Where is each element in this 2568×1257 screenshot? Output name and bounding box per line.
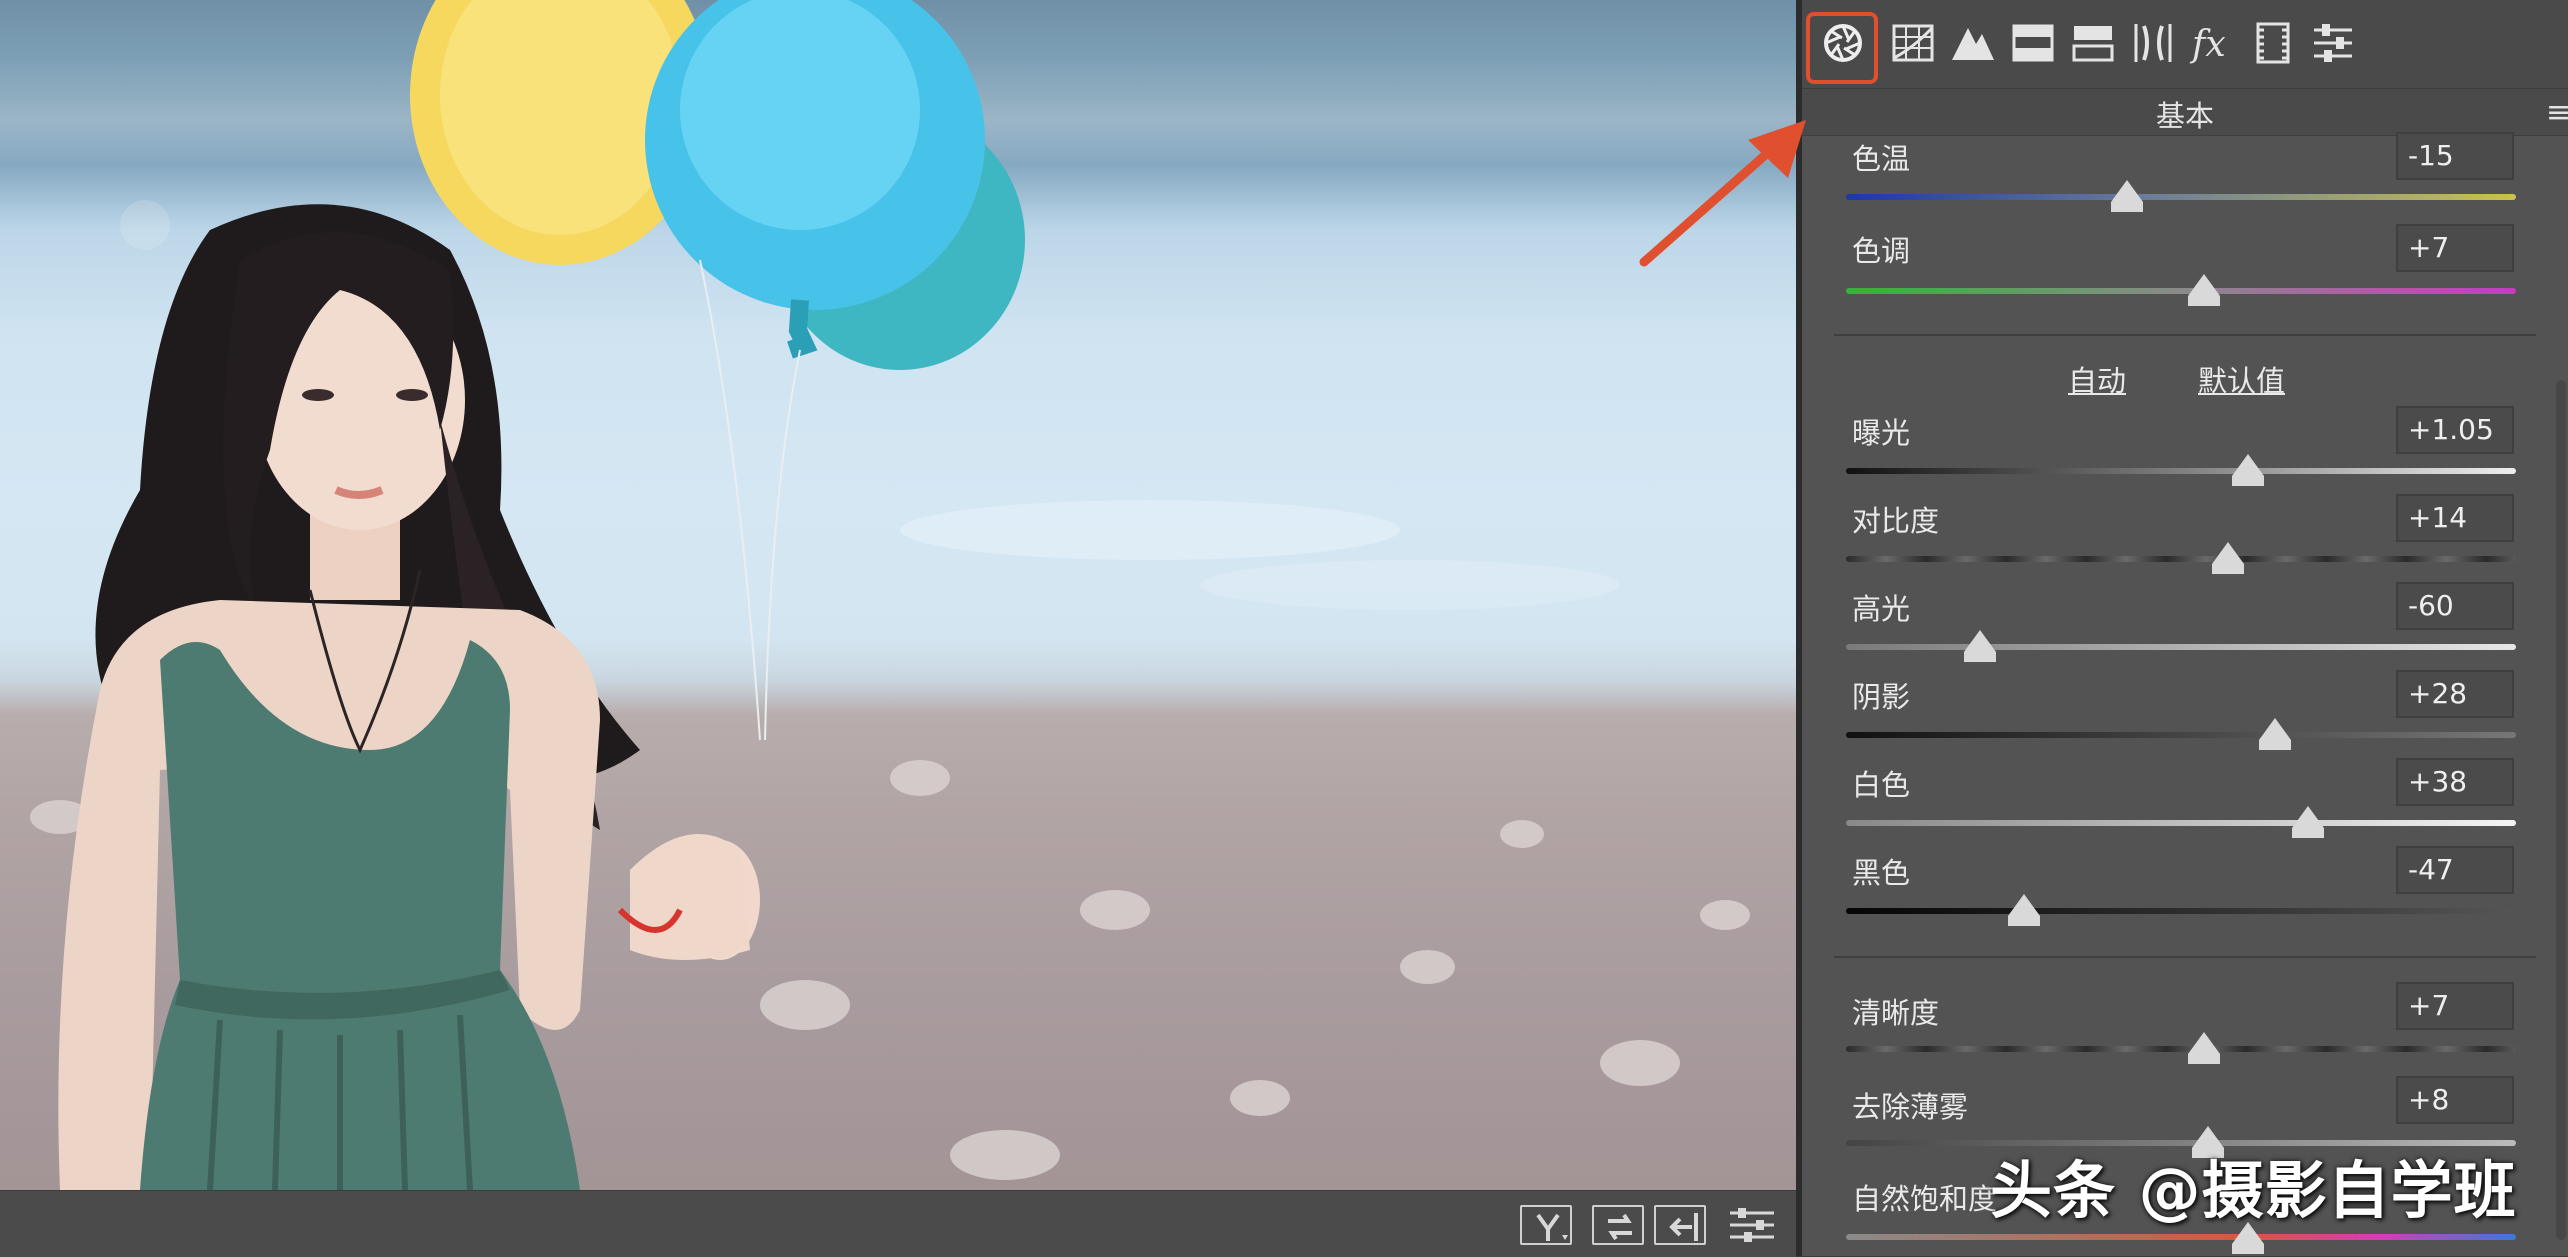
slider-label: 白色 bbox=[1852, 768, 1911, 802]
whites-track[interactable] bbox=[1846, 820, 2516, 826]
rock bbox=[950, 1130, 1060, 1180]
aperture-icon[interactable] bbox=[1818, 18, 1868, 68]
slider-value-input[interactable]: +1.05 bbox=[2396, 406, 2514, 454]
slider-thumb[interactable] bbox=[2211, 542, 2244, 574]
separator bbox=[1834, 334, 2536, 336]
temperature-track[interactable] bbox=[1846, 194, 2516, 200]
panel-scrollbar[interactable] bbox=[2556, 380, 2566, 1240]
slider-thumb[interactable] bbox=[2111, 180, 2144, 212]
slider-thumb[interactable] bbox=[2007, 894, 2040, 926]
water-highlight bbox=[1200, 560, 1620, 610]
section-header: 基本 ≡ bbox=[1802, 89, 2568, 136]
rock bbox=[1080, 890, 1150, 930]
rock bbox=[1700, 900, 1750, 930]
slider-label: 曝光 bbox=[1852, 416, 1911, 450]
annotation-arrow bbox=[1639, 120, 1806, 267]
slider-value-input[interactable]: +14 bbox=[2396, 494, 2514, 542]
split-toning-icon[interactable] bbox=[2068, 18, 2118, 68]
copy-settings-icon[interactable] bbox=[1654, 1205, 1706, 1245]
slider-thumb[interactable] bbox=[2258, 718, 2291, 750]
svg-text:fx: fx bbox=[2189, 24, 2226, 65]
slider-label: 色温 bbox=[1852, 142, 1911, 176]
blacks-track[interactable] bbox=[1846, 908, 2516, 914]
highlights-track[interactable] bbox=[1846, 644, 2516, 650]
girl-figure bbox=[58, 204, 760, 1190]
slider-label: 黑色 bbox=[1852, 856, 1911, 890]
auto-link[interactable]: 自动 bbox=[2068, 358, 2126, 400]
slider-thumb[interactable] bbox=[2232, 454, 2264, 486]
rock bbox=[1500, 820, 1544, 848]
contrast-track[interactable] bbox=[1846, 556, 2516, 562]
grid-curve-icon[interactable] bbox=[1888, 18, 1938, 68]
slider-value-input[interactable]: +7 bbox=[2396, 224, 2514, 272]
tint-track[interactable] bbox=[1846, 288, 2516, 294]
mountains-icon[interactable] bbox=[1948, 18, 1998, 68]
default-link[interactable]: 默认值 bbox=[2198, 358, 2285, 400]
slider-label: 色调 bbox=[1852, 234, 1911, 268]
slider-value-input[interactable]: -15 bbox=[2396, 132, 2514, 180]
section-title: 基本 bbox=[2155, 99, 2214, 133]
settings-icon[interactable] bbox=[1726, 1205, 1778, 1245]
slider-thumb[interactable] bbox=[1964, 630, 1996, 662]
slider-value-input[interactable]: +7 bbox=[2396, 982, 2514, 1030]
slider-value-input[interactable]: -47 bbox=[2396, 846, 2514, 894]
rock bbox=[1400, 950, 1455, 984]
separator bbox=[1834, 956, 2536, 958]
adjustment-panel: fx 基本 ≡ 色温 -15 色调 +7 自动 默认值 曝光 +1.05 对比度 bbox=[1802, 0, 2568, 1256]
slider-label: 自然饱和度 bbox=[1852, 1182, 1998, 1216]
slider-thumb[interactable] bbox=[2292, 806, 2325, 838]
shadows-track[interactable] bbox=[1846, 732, 2516, 738]
panel-tab-bar: fx bbox=[1802, 0, 2568, 89]
rock bbox=[1230, 1080, 1290, 1116]
panel-menu-icon[interactable]: ≡ bbox=[2546, 95, 2568, 130]
vibrance-track[interactable] bbox=[1846, 1234, 2516, 1240]
slider-label: 清晰度 bbox=[1852, 996, 1940, 1030]
slider-thumb[interactable] bbox=[2188, 274, 2221, 306]
sliders-icon[interactable] bbox=[2308, 18, 2358, 68]
slider-label: 高光 bbox=[1852, 592, 1911, 626]
slider-value-input[interactable]: +28 bbox=[2396, 670, 2514, 718]
rock bbox=[890, 760, 950, 796]
fx-icon[interactable]: fx bbox=[2188, 18, 2238, 68]
photo-preview bbox=[0, 0, 1796, 1190]
slider-label: 去除薄雾 bbox=[1852, 1090, 1969, 1124]
watermark-text: 头条 @摄影自学班 bbox=[1990, 1154, 2517, 1227]
slider-value-input[interactable]: -60 bbox=[2396, 582, 2514, 630]
slider-label: 对比度 bbox=[1852, 504, 1940, 538]
before-after-y-icon[interactable] bbox=[1520, 1205, 1572, 1245]
lens-icon[interactable] bbox=[2128, 18, 2178, 68]
exposure-track[interactable] bbox=[1846, 468, 2516, 474]
rock bbox=[1600, 1040, 1680, 1086]
slider-thumb[interactable] bbox=[2188, 1032, 2221, 1064]
hsl-icon[interactable] bbox=[2008, 18, 2058, 68]
swap-icon[interactable] bbox=[1592, 1205, 1644, 1245]
slider-value-input[interactable]: +38 bbox=[2396, 758, 2514, 806]
slider-label: 阴影 bbox=[1852, 680, 1911, 714]
clarity-track[interactable] bbox=[1846, 1046, 2516, 1052]
slider-value-input[interactable]: +8 bbox=[2396, 1076, 2514, 1124]
film-strip-icon[interactable] bbox=[2248, 18, 2298, 68]
bottom-toolbar bbox=[0, 1190, 1796, 1257]
